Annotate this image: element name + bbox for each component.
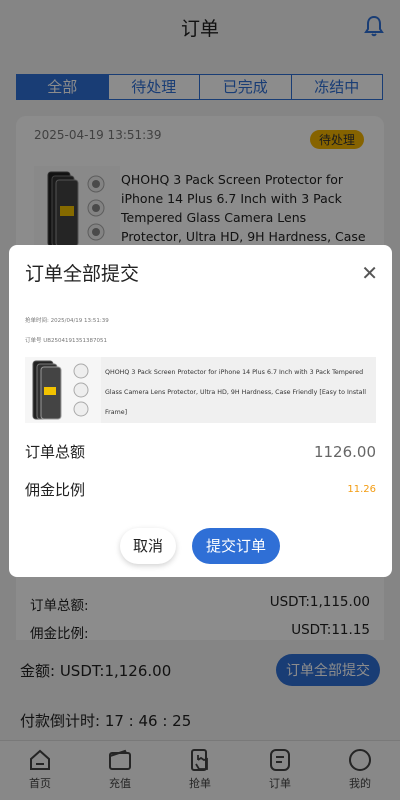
- modal-total-value: 1126.00: [313, 442, 376, 461]
- preview-grab-time: 抢单时间: 2025/04/19 13:51:39: [25, 318, 109, 324]
- modal-commission-label: 佣金比例: [25, 481, 86, 499]
- submit-order-button[interactable]: 提交订单: [192, 528, 280, 564]
- modal-commission-value: 11.26: [347, 484, 376, 495]
- preview-order-number: 订单号 UB2504191351387051: [25, 338, 108, 344]
- modal-total-label: 订单总额: [25, 443, 86, 461]
- modal-total-row: 订单总额 1126.00: [25, 441, 376, 462]
- modal-title: 订单全部提交: [25, 263, 140, 285]
- modal-commission-row: 佣金比例 11.26: [25, 479, 376, 500]
- product-image: [25, 357, 101, 423]
- preview-product: QHOHQ 3 Pack Screen Protector for iPhone…: [25, 357, 376, 423]
- close-icon[interactable]: ✕: [361, 261, 378, 285]
- preview-product-name: QHOHQ 3 Pack Screen Protector for iPhone…: [105, 369, 366, 416]
- submit-orders-modal: 订单全部提交 ✕ 抢单时间: 2025/04/19 13:51:39 订单号 U…: [9, 245, 392, 577]
- cancel-button[interactable]: 取消: [120, 528, 176, 564]
